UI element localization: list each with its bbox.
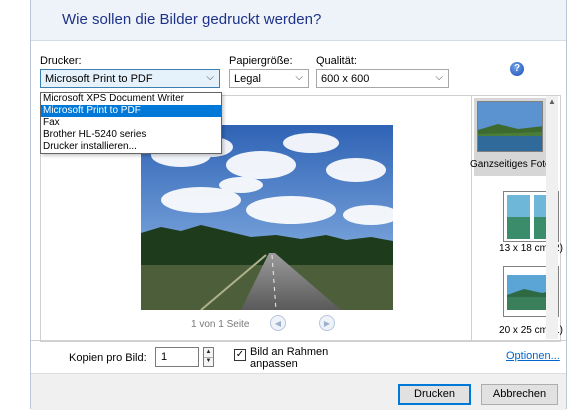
- paper-size-select[interactable]: Legal ⌵: [229, 69, 309, 88]
- chevron-down-icon: ⌵: [295, 72, 303, 83]
- printer-option[interactable]: Fax: [41, 117, 221, 129]
- page-indicator: 1 von 1 Seite: [191, 319, 250, 330]
- dialog-title: Wie sollen die Bilder gedruckt werden?: [62, 11, 322, 28]
- chevron-down-icon: ⌵: [435, 72, 443, 83]
- fit-to-frame-label: Bild an Rahmen anpassen: [250, 346, 328, 370]
- printer-option-selected[interactable]: Microsoft Print to PDF: [41, 105, 221, 117]
- printer-label: Drucker:: [40, 55, 82, 67]
- printer-dropdown-list: Microsoft XPS Document Writer Microsoft …: [40, 92, 222, 154]
- copies-spinner[interactable]: ▲ ▼: [203, 347, 214, 367]
- printer-option[interactable]: Drucker installieren...: [41, 141, 221, 153]
- arrow-left-icon[interactable]: ◀: [270, 315, 286, 331]
- print-pictures-dialog: Wie sollen die Bilder gedruckt werden? D…: [30, 0, 567, 410]
- cancel-button[interactable]: Abbrechen: [481, 384, 558, 405]
- fit-to-frame-label-line2: anpassen: [250, 358, 298, 370]
- quality-label: Qualität:: [316, 55, 357, 67]
- printer-option[interactable]: Microsoft XPS Document Writer: [41, 93, 221, 105]
- copies-value: 1: [161, 351, 168, 363]
- quality-value: 600 x 600: [321, 73, 370, 85]
- quality-select[interactable]: 600 x 600 ⌵: [316, 69, 449, 88]
- printer-option[interactable]: Brother HL-5240 series: [41, 129, 221, 141]
- print-button[interactable]: Drucken: [398, 384, 471, 405]
- layout-scrollbar[interactable]: ▲: [546, 96, 558, 339]
- copies-input[interactable]: 1: [155, 347, 199, 367]
- layout-caption-full-page: Ganzseitiges Foto: [470, 159, 551, 170]
- copies-label: Kopien pro Bild:: [69, 352, 147, 364]
- paper-size-value: Legal: [234, 73, 261, 85]
- arrow-right-icon[interactable]: ▶: [319, 315, 335, 331]
- chevron-down-icon: ⌵: [206, 72, 214, 83]
- layout-full-page-icon: [478, 102, 542, 151]
- fit-to-frame-checkbox[interactable]: ✓: [234, 349, 246, 361]
- dialog-header: Wie sollen die Bilder gedruckt werden?: [31, 0, 566, 41]
- layout-thumb-full-page[interactable]: [477, 101, 543, 152]
- options-link[interactable]: Optionen...: [506, 350, 560, 362]
- help-icon[interactable]: ?: [510, 62, 524, 76]
- layout-caption-20x25: 20 x 25 cm (1): [499, 325, 563, 336]
- printer-select[interactable]: Microsoft Print to PDF ⌵: [40, 69, 220, 88]
- layout-caption-13x18: 13 x 18 cm (2): [499, 243, 563, 254]
- paper-size-label: Papiergröße:: [229, 55, 293, 67]
- printer-select-value: Microsoft Print to PDF: [45, 73, 153, 85]
- fit-to-frame-label-line1: Bild an Rahmen: [250, 346, 329, 358]
- checkmark-icon: ✓: [235, 349, 245, 360]
- scroll-up-icon[interactable]: ▲: [546, 96, 558, 108]
- spin-down-icon[interactable]: ▼: [204, 357, 213, 366]
